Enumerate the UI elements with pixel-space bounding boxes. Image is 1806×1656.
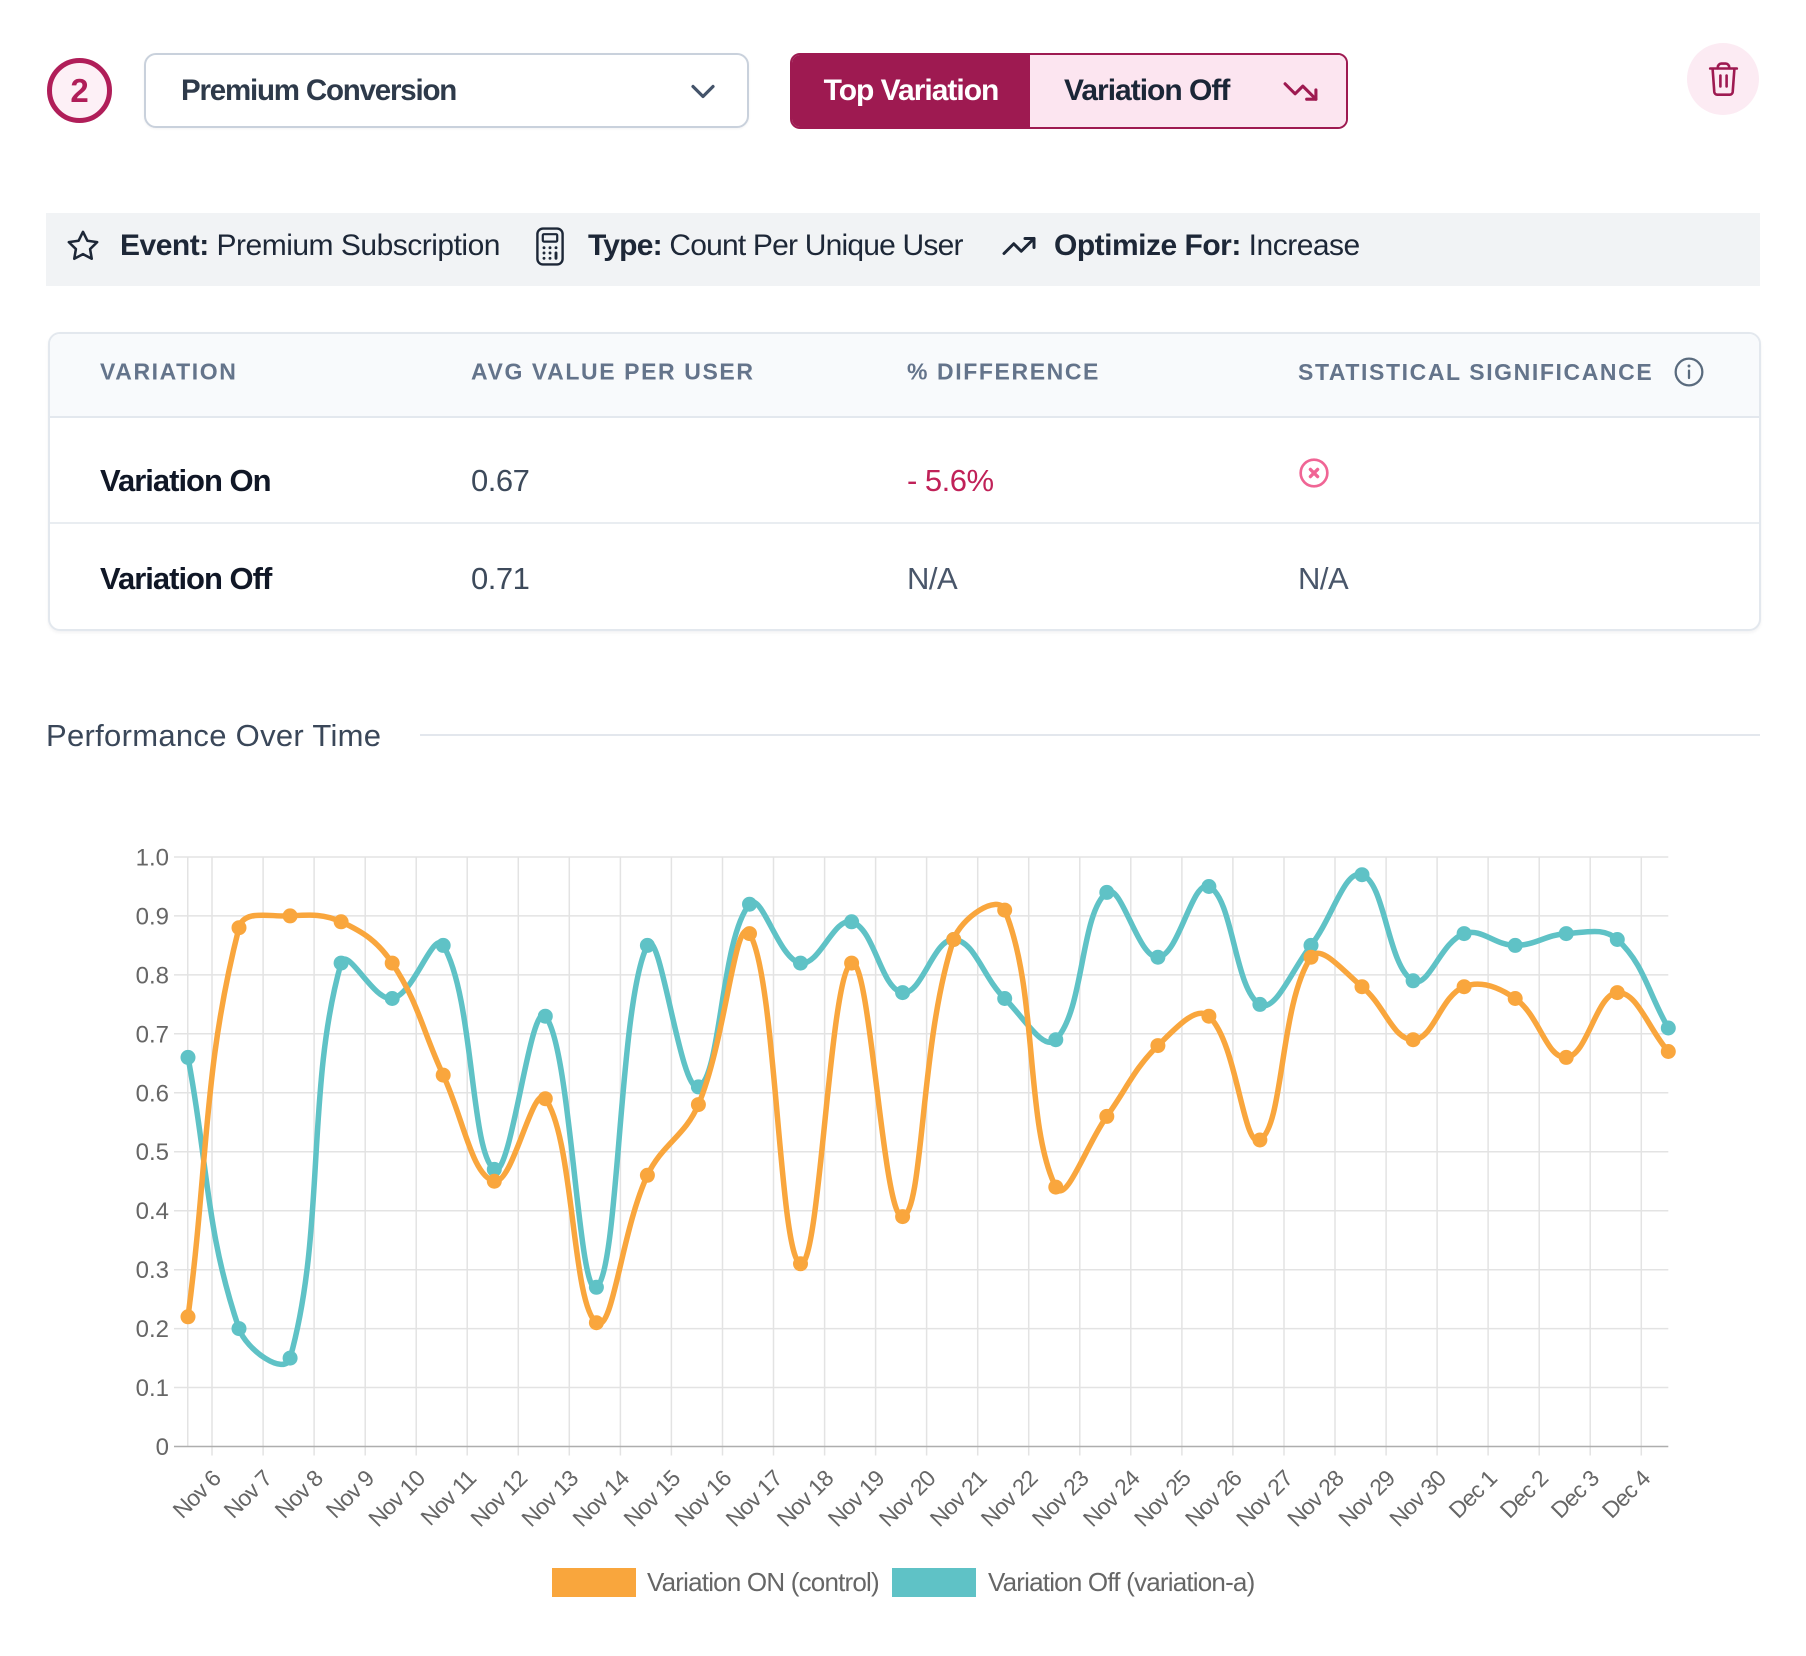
svg-text:Nov 15: Nov 15 — [618, 1465, 685, 1532]
svg-text:Nov 29: Nov 29 — [1333, 1465, 1400, 1532]
svg-text:0.5: 0.5 — [136, 1139, 169, 1166]
svg-text:Nov 14: Nov 14 — [567, 1464, 634, 1531]
svg-text:0.1: 0.1 — [136, 1375, 169, 1402]
svg-text:0.2: 0.2 — [136, 1316, 169, 1343]
svg-text:Nov 30: Nov 30 — [1384, 1465, 1451, 1532]
svg-text:Nov 26: Nov 26 — [1180, 1465, 1247, 1532]
svg-text:Nov 10: Nov 10 — [363, 1465, 430, 1532]
svg-text:1.0: 1.0 — [136, 845, 169, 872]
svg-text:Nov 7: Nov 7 — [219, 1465, 277, 1523]
svg-text:Nov 12: Nov 12 — [465, 1465, 532, 1532]
svg-text:0.8: 0.8 — [136, 962, 169, 989]
svg-text:0.3: 0.3 — [136, 1257, 169, 1284]
svg-text:Dec 4: Dec 4 — [1597, 1464, 1656, 1523]
svg-text:Nov 25: Nov 25 — [1129, 1465, 1196, 1532]
svg-text:Dec 1: Dec 1 — [1444, 1465, 1502, 1523]
svg-text:Nov 16: Nov 16 — [670, 1465, 737, 1532]
svg-text:0: 0 — [156, 1434, 169, 1461]
svg-text:Nov 18: Nov 18 — [772, 1465, 839, 1532]
svg-text:0.6: 0.6 — [136, 1080, 169, 1107]
svg-text:Nov 24: Nov 24 — [1078, 1464, 1145, 1531]
svg-text:Nov 19: Nov 19 — [823, 1465, 890, 1532]
svg-text:Nov 13: Nov 13 — [516, 1465, 583, 1532]
svg-text:Nov 22: Nov 22 — [976, 1465, 1043, 1532]
svg-text:Nov 20: Nov 20 — [874, 1465, 941, 1532]
svg-text:0.9: 0.9 — [136, 903, 169, 930]
svg-text:Nov 27: Nov 27 — [1231, 1465, 1298, 1532]
svg-text:Nov 23: Nov 23 — [1027, 1465, 1094, 1532]
svg-text:Nov 21: Nov 21 — [925, 1465, 992, 1532]
svg-text:Dec 2: Dec 2 — [1495, 1465, 1553, 1523]
svg-text:0.4: 0.4 — [136, 1198, 169, 1225]
svg-text:Nov 28: Nov 28 — [1282, 1465, 1349, 1532]
svg-text:0.7: 0.7 — [136, 1021, 169, 1048]
svg-text:Nov 11: Nov 11 — [415, 1465, 480, 1530]
svg-text:Nov 17: Nov 17 — [721, 1465, 788, 1532]
svg-text:Nov 6: Nov 6 — [167, 1465, 225, 1523]
svg-text:Nov 8: Nov 8 — [270, 1465, 328, 1523]
svg-text:Dec 3: Dec 3 — [1546, 1465, 1604, 1523]
